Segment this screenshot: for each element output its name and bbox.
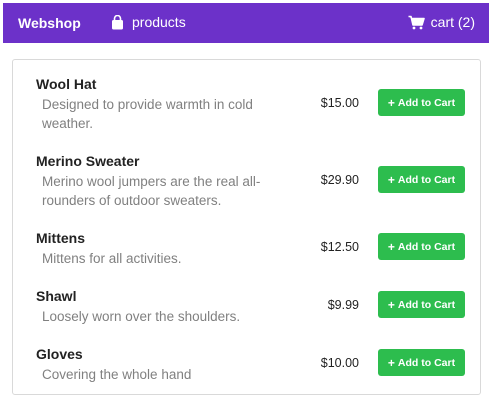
brand-link[interactable]: Webshop xyxy=(18,15,81,31)
plus-icon: + xyxy=(387,95,395,110)
product-price: $12.50 xyxy=(320,240,359,254)
add-to-cart-button[interactable]: + Add to Cart xyxy=(378,349,465,376)
product-description: Merino wool jumpers are the real all- ro… xyxy=(42,174,261,208)
product-price: $15.00 xyxy=(320,96,359,110)
nav-cart-link[interactable]: cart (2) xyxy=(408,14,475,30)
product-price: $10.00 xyxy=(320,356,359,370)
product-name: Merino Sweater xyxy=(36,153,140,169)
top-navbar: Webshop products cart (2) xyxy=(3,3,489,43)
product-price: $9.99 xyxy=(327,298,359,312)
add-to-cart-button[interactable]: + Add to Cart xyxy=(378,89,465,116)
product-description: Designed to provide warmth in cold weath… xyxy=(42,97,253,131)
plus-icon: + xyxy=(387,239,395,254)
nav-cart-label: cart (2) xyxy=(430,14,475,30)
product-description: Mittens for all activities. xyxy=(42,251,182,266)
product-description: Covering the whole hand xyxy=(42,367,192,382)
product-name: Wool Hat xyxy=(36,76,97,92)
add-to-cart-button[interactable]: + Add to Cart xyxy=(378,233,465,260)
add-to-cart-button[interactable]: + Add to Cart xyxy=(378,166,465,193)
shopping-bag-icon xyxy=(111,14,124,30)
product-description: Loosely worn over the shoulders. xyxy=(42,309,241,324)
add-to-cart-button[interactable]: + Add to Cart xyxy=(378,291,465,318)
product-name: Shawl xyxy=(36,288,77,304)
shopping-cart-icon xyxy=(408,15,425,30)
plus-icon: + xyxy=(387,172,395,187)
plus-icon: + xyxy=(387,297,395,312)
nav-products-link[interactable]: products xyxy=(111,14,186,30)
product-name: Gloves xyxy=(36,346,83,362)
product-name: Mittens xyxy=(36,230,85,246)
product-price: $29.90 xyxy=(320,173,359,187)
product-list-card: Wool Hat Designed to provide warmth in c… xyxy=(12,59,481,395)
nav-products-label: products xyxy=(132,14,186,30)
plus-icon: + xyxy=(387,355,395,370)
